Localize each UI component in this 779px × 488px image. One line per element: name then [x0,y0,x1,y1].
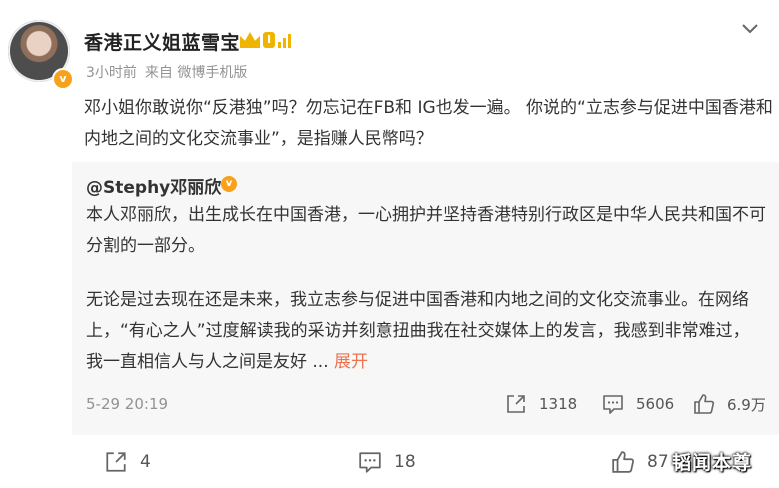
post-time[interactable]: 3小时前 [86,65,137,81]
badge-level: I [263,32,276,48]
post-author[interactable]: 香港正义姐蓝雪宝 [84,28,240,55]
repost-author[interactable]: @Stephy邓丽欣 [86,173,221,198]
crown-icon [240,32,260,48]
comment-count: 5606 [636,395,675,413]
comment-count: 18 [394,452,416,472]
like-count: 87 [647,452,669,472]
repost-paragraph: 无论是过去现在还是未来，我立志参与促进中国香港和内地之间的文化交流事业。在网络上… [86,285,766,378]
repost-comment-button[interactable]: 5606 [602,393,674,415]
repost-paragraph: 本人邓丽欣，出生成长在中国香港，一心拥护并坚持香港特别行政区是中华人民共和国不可… [86,205,766,256]
post-source: 来自 微博手机版 [144,65,248,81]
comment-icon [358,450,382,474]
repost-share-button[interactable]: 1318 [505,393,577,415]
member-badge[interactable]: I [240,30,292,50]
comment-icon [602,393,624,415]
comment-button[interactable]: 18 [358,450,416,474]
chevron-down-icon[interactable] [738,17,762,41]
expand-link[interactable]: 展开 [334,352,368,372]
like-icon [693,393,715,415]
post-meta: 3小时前 来自 微博手机版 [86,62,247,82]
verified-icon: v [52,68,74,90]
share-count: 1318 [539,395,578,413]
like-button[interactable]: 87 [611,450,669,474]
share-button[interactable]: 4 [104,450,151,474]
share-icon [104,450,128,474]
repost-paragraph-text: 无论是过去现在还是未来，我立志参与促进中国香港和内地之间的文化交流事业。在网络上… [86,290,750,372]
repost-like-button[interactable]: 6.9万 [693,393,766,415]
watermark: 韬闻本尊 [672,452,753,474]
signal-bars-icon [278,32,292,48]
like-count: 6.9万 [727,395,766,414]
ellipsis: ... [307,352,335,372]
verified-icon: v [221,176,237,192]
share-icon [505,393,527,415]
like-icon [611,450,635,474]
repost-time[interactable]: 5-29 20:19 [86,395,168,413]
share-count: 4 [140,452,151,472]
post-text: 邓小姐你敢说你“反港独”吗？勿忘记在FB和 IG也发一遍。 你说的“立志参与促进… [84,98,773,149]
